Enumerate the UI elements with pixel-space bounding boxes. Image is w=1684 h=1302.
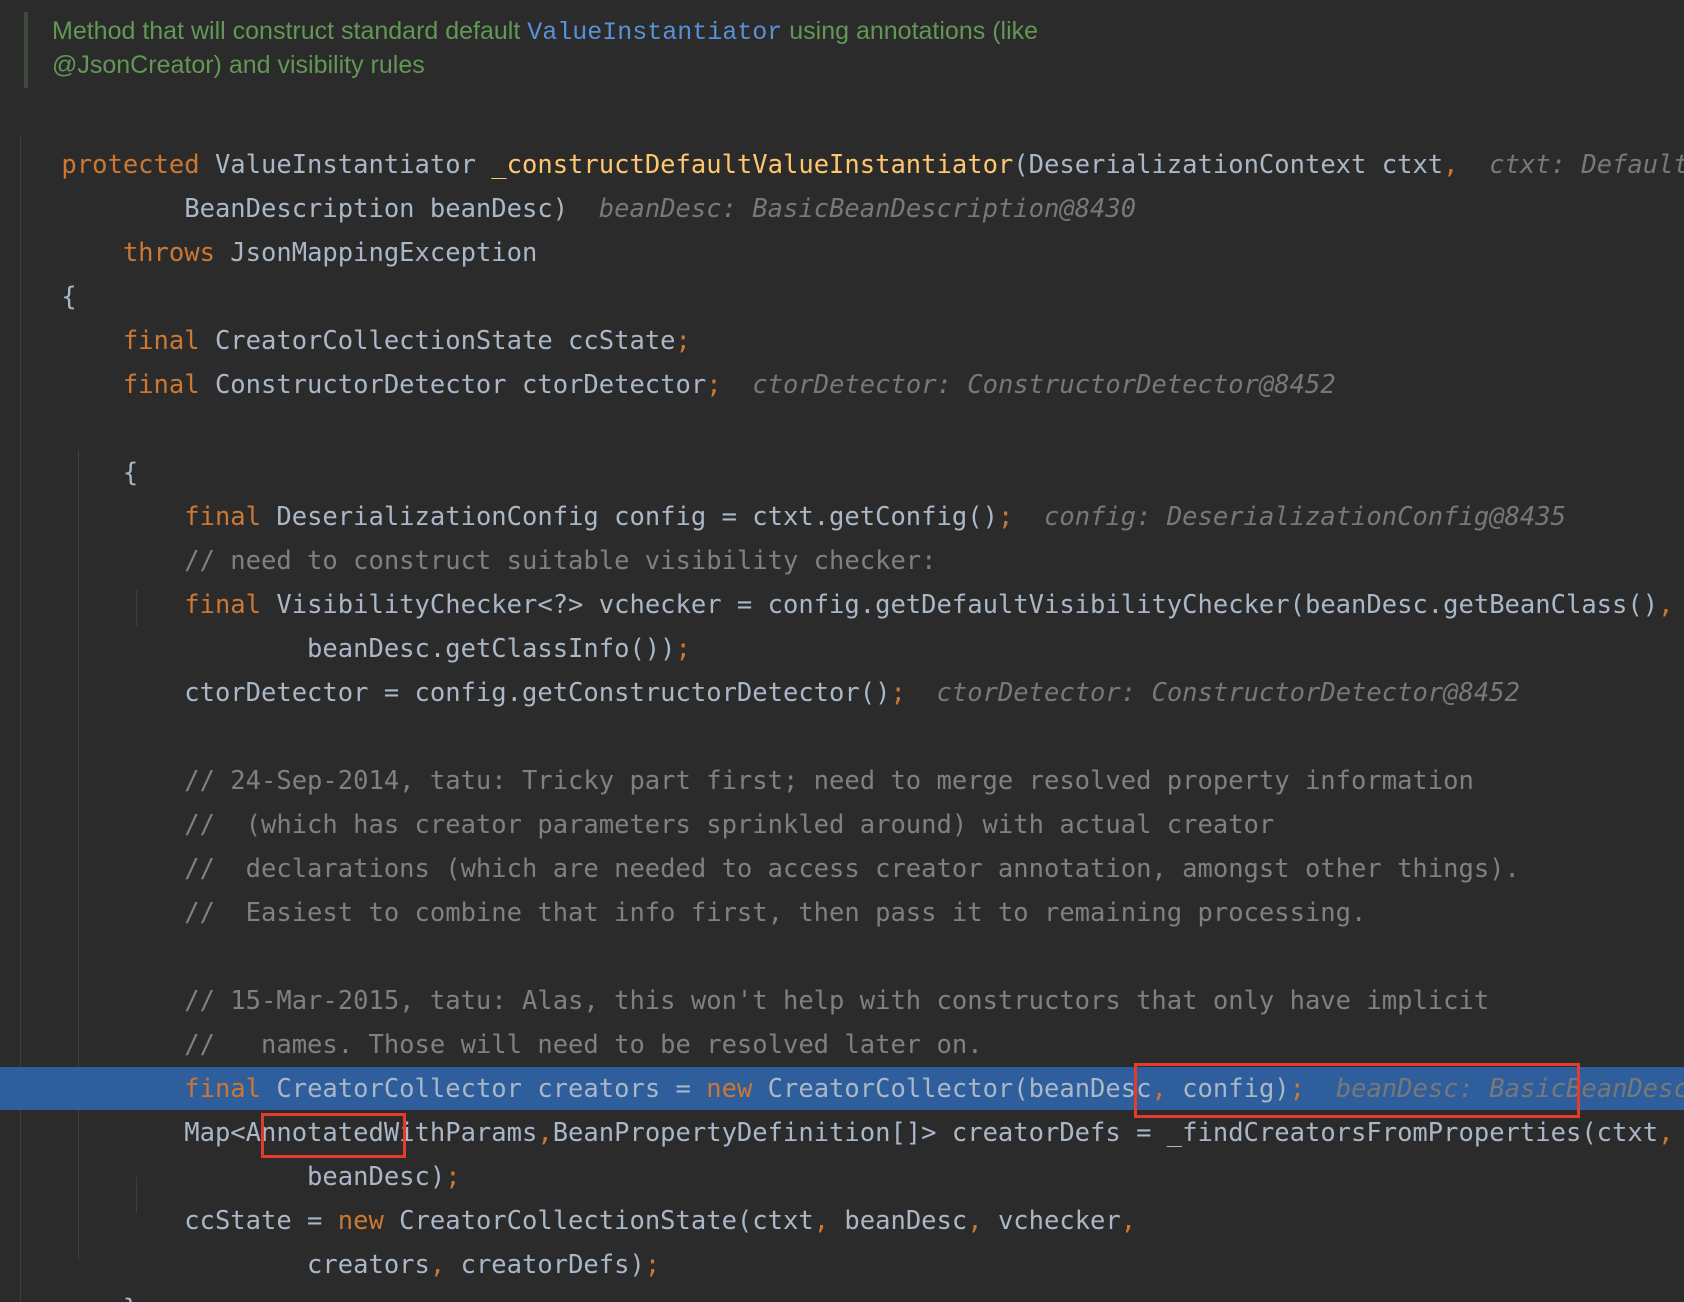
debug-inline-hint[interactable]: ctorDetector: ConstructorDetector@8452: [752, 370, 1335, 400]
code-line-27[interactable]: }: [0, 1243, 138, 1302]
code-line-18[interactable]: // Easiest to combine that info first, t…: [0, 847, 1366, 928]
code-line-5[interactable]: final CreatorCollectionState ccState;: [0, 275, 691, 356]
code-comment: // Easiest to combine that info first, t…: [61, 898, 1367, 928]
javadoc-link-valueinstantiator[interactable]: ValueInstantiator: [527, 18, 782, 47]
punctuation: ,: [813, 1206, 830, 1236]
code-text: BeanPropertyDefinition[]> creatorDefs =: [552, 1118, 1167, 1148]
punctuation: ,: [1658, 590, 1674, 620]
code-line-26[interactable]: creators, creatorDefs);: [0, 1199, 660, 1280]
annotation-box-argument: [261, 1113, 406, 1158]
code-text: JsonMappingException: [214, 238, 538, 268]
code-line-8[interactable]: {: [0, 407, 138, 488]
code-line-1[interactable]: protected ValueInstantiator _constructDe…: [0, 99, 1684, 180]
code-text: creatorDefs): [445, 1250, 645, 1280]
javadoc-line-1: Method that will construct standard defa…: [52, 14, 1038, 48]
code-line-4[interactable]: {: [0, 231, 76, 312]
code-text: (ctxt: [1581, 1118, 1659, 1148]
code-text: ctorDetector = config.getConstructorDete…: [61, 678, 891, 708]
code-line-2[interactable]: BeanDescription beanDesc) beanDesc: Basi…: [0, 143, 1136, 224]
punctuation: ;: [706, 370, 722, 400]
punctuation: ,: [1658, 1118, 1674, 1148]
punctuation: ,: [967, 1206, 983, 1236]
javadoc-text: Method that will construct standard defa…: [52, 17, 528, 45]
code-text: beanDesc: [829, 1206, 968, 1236]
debug-inline-hint[interactable]: ctxt: DefaultDeserializationContext$Impl…: [1489, 150, 1684, 180]
debug-inline-hint[interactable]: ctorDetector: ConstructorDetector@8452: [937, 678, 1520, 708]
punctuation: ,: [1120, 1206, 1137, 1236]
code-line-21[interactable]: // names. Those will need to be resolved…: [0, 979, 982, 1060]
code-line-3[interactable]: throws JsonMappingException: [0, 187, 538, 268]
code-line-6[interactable]: final ConstructorDetector ctorDetector; …: [0, 319, 1336, 400]
code-line-13[interactable]: ctorDetector = config.getConstructorDete…: [0, 627, 1520, 708]
punctuation: ;: [890, 678, 906, 708]
punctuation: ,: [429, 1250, 446, 1280]
code-line-17[interactable]: // declarations (which are needed to acc…: [0, 803, 1520, 884]
javadoc-text: using annotations (like: [782, 17, 1039, 45]
code-text: ConstructorDetector ctorDetector: [199, 370, 707, 400]
javadoc-line-2: @JsonCreator) and visibility rules: [52, 51, 425, 79]
code-line-20[interactable]: // 15-Mar-2015, tatu: Alas, this won't h…: [0, 935, 1489, 1016]
javadoc-marker: [24, 12, 28, 88]
code-line-12[interactable]: beanDesc.getClassInfo());: [0, 583, 691, 664]
punctuation: ;: [644, 1250, 661, 1280]
debug-inline-hint[interactable]: config: DeserializationConfig@8435: [1044, 502, 1566, 532]
keyword: throws: [61, 238, 215, 268]
code-text: vchecker: [982, 1206, 1121, 1236]
code-line-10[interactable]: // need to construct suitable visibility…: [0, 495, 936, 576]
punctuation: ,: [1443, 150, 1459, 180]
annotation-box-method-call: [1134, 1063, 1580, 1118]
code-line-25[interactable]: ccState = new CreatorCollectionState(ctx…: [0, 1155, 1136, 1236]
punctuation: ,: [537, 1118, 553, 1148]
code-line-11[interactable]: final VisibilityChecker<?> vchecker = co…: [0, 539, 1673, 620]
code-editor[interactable]: Method that will construct standard defa…: [0, 0, 1684, 1302]
code-line-15[interactable]: // 24-Sep-2014, tatu: Tricky part first;…: [0, 715, 1474, 796]
debug-inline-hint[interactable]: beanDesc: BasicBeanDescription@8430: [599, 194, 1136, 224]
code-text: }: [61, 1294, 138, 1302]
punctuation: ;: [997, 502, 1014, 532]
code-line-9[interactable]: final DeserializationConfig config = ctx…: [0, 451, 1566, 532]
code-line-22[interactable]: final CreatorCollector creators = new Cr…: [0, 1023, 1684, 1104]
code-line-16[interactable]: // (which has creator parameters sprinkl…: [0, 759, 1274, 840]
method-call[interactable]: _findCreatorsFromProperties: [1167, 1118, 1582, 1148]
keyword: final: [61, 370, 200, 400]
